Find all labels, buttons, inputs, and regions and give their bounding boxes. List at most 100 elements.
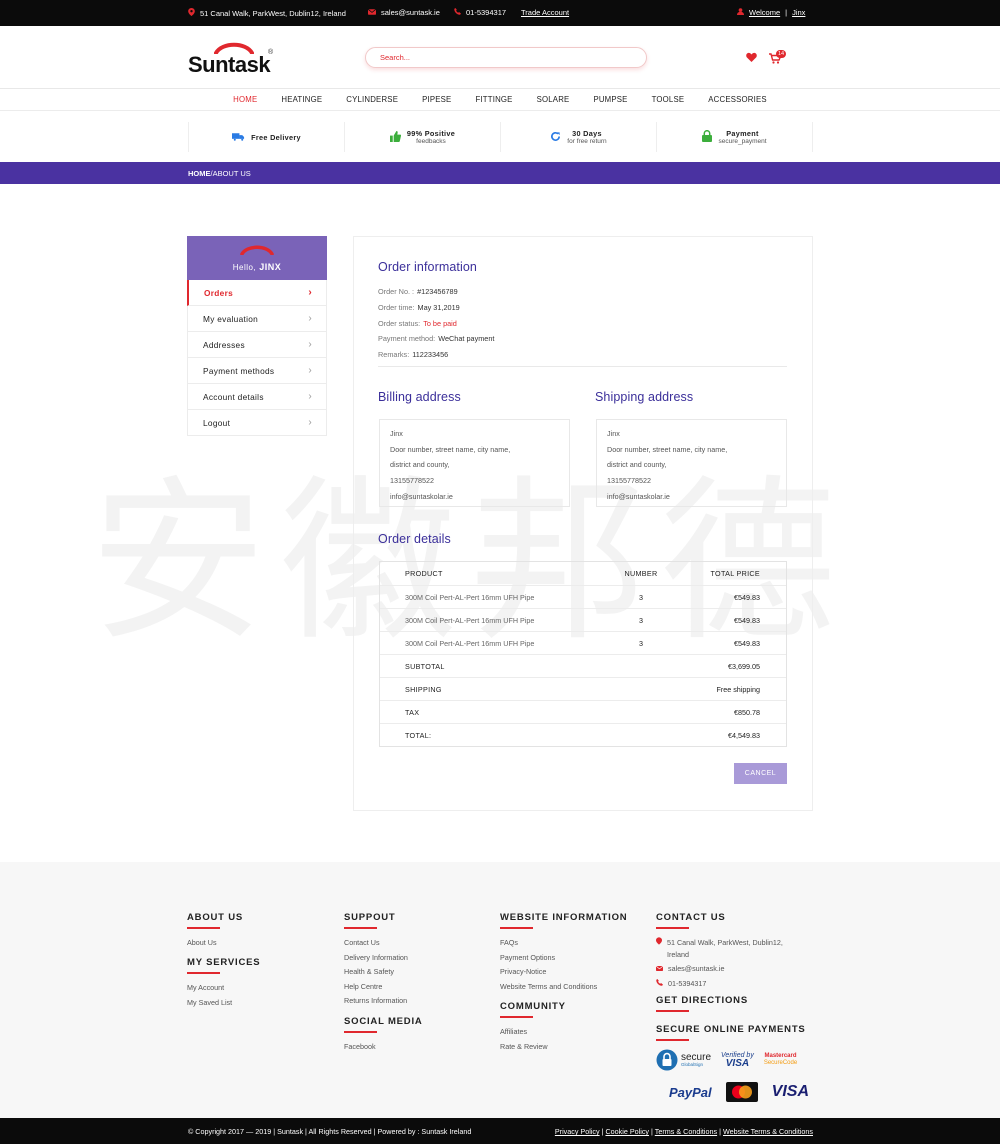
suntask-logo[interactable]: ® Suntask	[188, 40, 278, 77]
terms-link[interactable]: Terms & Conditions	[655, 1127, 717, 1136]
link-separator: |	[719, 1127, 721, 1136]
nav-heating[interactable]: HEATINGE	[269, 95, 334, 104]
welcome-text[interactable]: Welcome	[749, 8, 780, 17]
globalsign-badge: secure GlobalSign	[656, 1048, 711, 1072]
main-nav: HOME HEATINGE CYLINDERSE PIPESE FITTINGE…	[0, 95, 1000, 104]
chevron-right-icon: ›	[308, 417, 312, 428]
tax-label: TAX	[405, 707, 420, 717]
nav-solar[interactable]: SOLARE	[525, 95, 582, 104]
chevron-right-icon: ›	[308, 287, 312, 298]
footer-email-text[interactable]: sales@suntask.ie	[668, 962, 724, 977]
remarks-value: 112233456	[412, 350, 449, 360]
footer-link[interactable]: Rate & Review	[500, 1040, 566, 1055]
sidebar-item-label: Logout	[203, 417, 231, 428]
footer: ABOUT US About Us MY SERVICES My Account…	[0, 862, 1000, 1118]
trade-account-link[interactable]: Trade Account	[521, 8, 569, 17]
verified-by-visa-badge: Verified by VISA	[721, 1052, 754, 1069]
tax-row: TAX €850.78	[380, 700, 786, 723]
footer-link[interactable]: Health & Safety	[344, 965, 408, 980]
footer-link[interactable]: Privacy-Notice	[500, 965, 627, 980]
wishlist-heart-icon[interactable]	[746, 52, 757, 64]
sidebar-item-payment-methods[interactable]: Payment methods ›	[187, 358, 327, 384]
breadcrumb-text: HOME/ABOUT US	[188, 169, 251, 178]
product-price: €549.83	[734, 638, 760, 648]
nav-pumps[interactable]: PUMPSE	[581, 95, 639, 104]
nav-tools[interactable]: TOOLSE	[640, 95, 697, 104]
sidebar-item-orders[interactable]: Orders ›	[187, 280, 327, 306]
nav-accessories[interactable]: ACCESSORIES	[696, 95, 779, 104]
footer-link[interactable]: Affiliates	[500, 1025, 566, 1040]
sidebar-item-logout[interactable]: Logout ›	[187, 410, 327, 436]
address-text: 51 Canal Walk, ParkWest, Dublin12, Irela…	[200, 8, 346, 18]
order-number-row: Order No. : #123456789	[378, 284, 494, 300]
welcome-user[interactable]: Welcome | Jinx	[737, 8, 805, 17]
total-row: TOTAL: €4,549.83	[380, 723, 786, 746]
footer-heading: SOCIAL MEDIA	[344, 1016, 423, 1033]
footer-link[interactable]: Facebook	[344, 1040, 423, 1055]
nav-top-divider	[0, 88, 1000, 89]
shipping-value: Free shipping	[716, 684, 760, 694]
nav-cylinders[interactable]: CYLINDERSE	[334, 95, 410, 104]
footer-link[interactable]: Contact Us	[344, 936, 408, 951]
footer-link[interactable]: My Saved List	[187, 996, 260, 1011]
email-info[interactable]: sales@suntask.ie	[367, 8, 440, 17]
sidebar-item-addresses[interactable]: Addresses ›	[187, 332, 327, 358]
username-link[interactable]: Jinx	[792, 8, 805, 17]
billing-name: Jinx	[390, 429, 403, 438]
truck-icon	[232, 132, 245, 143]
footer-link[interactable]: FAQs	[500, 936, 627, 951]
subtotal-value: €3,699.05	[728, 661, 760, 671]
product-number: 3	[639, 592, 643, 602]
shipping-address-title: Shipping address	[595, 390, 694, 404]
feature-returns: 30 Days for free return	[501, 122, 657, 152]
footer-community: COMMUNITY Affiliates Rate & Review	[500, 1001, 566, 1054]
footer-link[interactable]: Website Terms and Conditions	[500, 980, 627, 995]
footer-link[interactable]: Help Centre	[344, 980, 408, 995]
footer-link[interactable]: Delivery Information	[344, 951, 408, 966]
remarks-row: Remarks: 112233456	[378, 347, 494, 363]
search-bar[interactable]	[365, 47, 647, 68]
shield-icon	[656, 1049, 678, 1071]
payment-method-label: Payment method:	[378, 334, 436, 344]
cart-button[interactable]: 14	[769, 50, 787, 66]
order-status-label: Order status:	[378, 318, 421, 328]
footer-link[interactable]: Returns Information	[344, 994, 408, 1009]
privacy-policy-link[interactable]: Privacy Policy	[555, 1127, 600, 1136]
email-text[interactable]: sales@suntask.ie	[381, 8, 440, 17]
nav-home[interactable]: HOME	[221, 95, 269, 104]
breadcrumb-home[interactable]: HOME	[188, 169, 211, 178]
nav-fittings[interactable]: FITTINGE	[463, 95, 524, 104]
website-terms-link[interactable]: Website Terms & Conditions	[723, 1127, 813, 1136]
header-total-price: TOTAL PRICE	[710, 569, 760, 578]
sidebar-item-account-details[interactable]: Account details ›	[187, 384, 327, 410]
footer-phone: 01-5394317	[656, 977, 816, 992]
mastercard-text: Mastercard	[764, 1053, 797, 1060]
footer-link[interactable]: My Account	[187, 981, 260, 996]
order-information-title: Order information	[378, 260, 477, 274]
feature-delivery: Free Delivery	[188, 122, 345, 152]
sidebar-item-evaluation[interactable]: My evaluation ›	[187, 306, 327, 332]
security-badges: secure GlobalSign Verified by VISA Master…	[656, 1048, 797, 1072]
order-number-value: #123456789	[417, 287, 458, 296]
nav-pipes[interactable]: PIPESE	[410, 95, 463, 104]
nav-bottom-divider	[0, 110, 1000, 111]
subtotal-row: SUBTOTAL €3,699.05	[380, 654, 786, 677]
order-details-title: Order details	[378, 532, 451, 546]
footer-heading: WEBSITE INFORMATION	[500, 912, 627, 929]
feature-returns-title: 30 Days	[572, 129, 602, 138]
chevron-right-icon: ›	[308, 313, 312, 324]
product-name: 300M Coil Pert-AL-Pert 16mm UFH Pipe	[405, 592, 535, 602]
cancel-button[interactable]: CANCEL	[734, 763, 787, 784]
footer-email[interactable]: sales@suntask.ie	[655, 962, 816, 977]
table-row: 300M Coil Pert-AL-Pert 16mm UFH Pipe 3 €…	[380, 608, 786, 631]
footer-link[interactable]: About Us	[187, 936, 243, 951]
footer-contact: CONTACT US 51 Canal Walk, ParkWest, Dubl…	[655, 912, 816, 992]
footer-link[interactable]: Payment Options	[500, 951, 627, 966]
logo-text: Suntask	[188, 52, 271, 77]
link-separator: |	[601, 1127, 604, 1136]
cookie-policy-link[interactable]: Cookie Policy	[605, 1127, 649, 1136]
sidebar-item-label: Payment methods	[203, 365, 275, 376]
get-directions-link[interactable]: GET DIRECTIONS	[656, 995, 748, 1012]
search-input[interactable]	[366, 48, 646, 67]
logo-arc-icon	[240, 245, 274, 255]
